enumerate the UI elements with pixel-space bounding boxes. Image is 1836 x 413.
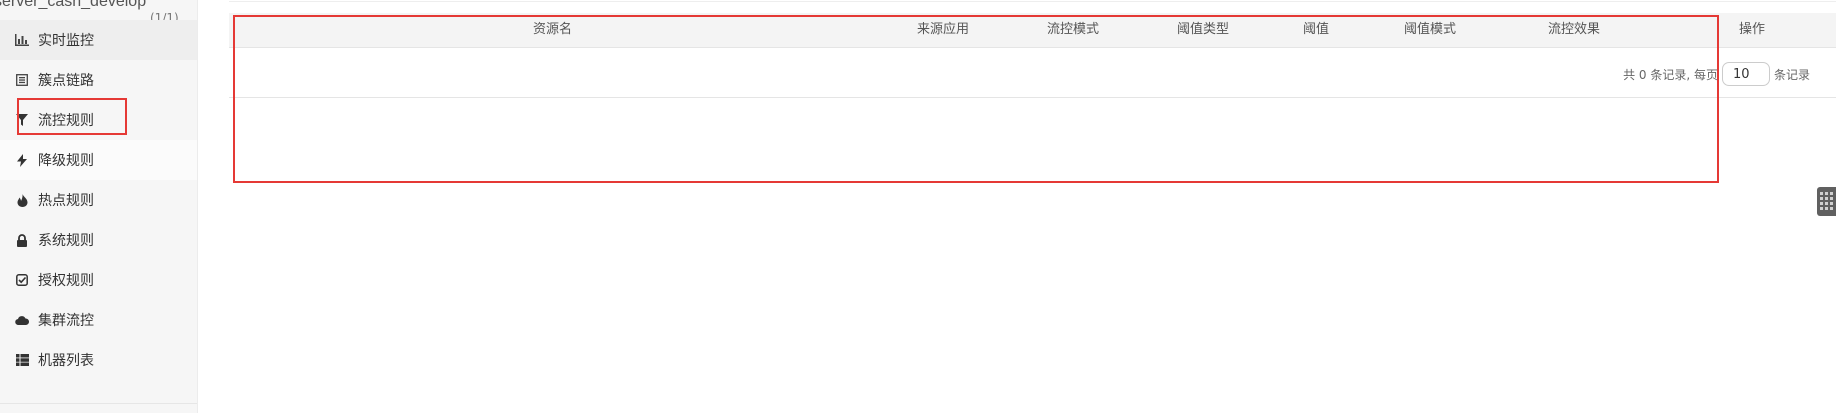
sidebar-item-cluster-flow[interactable]: 集群流控 <box>0 300 197 340</box>
column-header-threshold-type: 阈值类型 <box>1177 22 1230 37</box>
column-header-flow-mode: 流控模式 <box>1047 22 1100 37</box>
top-divider <box>229 1 1836 2</box>
sidebar-item-label: 流控规则 <box>38 113 94 129</box>
pagination-total-text: 共 0 条记录, 每页 <box>1623 67 1718 82</box>
pagination-suffix-text: 条记录 <box>1773 67 1810 82</box>
column-header-resource-name: 资源名 <box>533 22 573 37</box>
sidebar-item-realtime-monitor[interactable]: 实时监控 <box>0 20 197 60</box>
sidebar: server_cash_develop (1/1) 实时监控 簇点链路 流控规则… <box>0 0 198 413</box>
sidebar-item-label: 集群流控 <box>38 313 94 329</box>
column-header-source-app: 来源应用 <box>917 22 970 37</box>
sidebar-divider <box>0 403 197 404</box>
column-header-flow-effect: 流控效果 <box>1548 22 1601 37</box>
app-name[interactable]: server_cash_develop <box>0 0 146 11</box>
sidebar-item-label: 热点规则 <box>38 193 94 209</box>
main-content: 资源名 来源应用 流控模式 阈值类型 阈值 阈值模式 流控效果 操作 共 0 条… <box>229 0 1836 413</box>
table-bottom-divider <box>229 97 1836 98</box>
column-header-threshold-mode: 阈值模式 <box>1404 22 1457 37</box>
th-list-icon <box>14 352 30 368</box>
sidebar-item-label: 授权规则 <box>38 273 94 289</box>
cloud-icon <box>14 312 30 328</box>
grid-handle-icon[interactable] <box>1817 187 1836 216</box>
page-size-input[interactable] <box>1721 62 1770 86</box>
bar-chart-icon <box>14 32 30 48</box>
sidebar-item-label: 实时监控 <box>38 33 94 49</box>
list-icon <box>14 72 30 88</box>
filter-icon <box>14 112 30 128</box>
column-header-threshold: 阈值 <box>1303 22 1330 37</box>
sidebar-item-auth-rules[interactable]: 授权规则 <box>0 260 197 300</box>
bolt-icon <box>14 152 30 168</box>
sidebar-item-hotspot-rules[interactable]: 热点规则 <box>0 180 197 220</box>
pagination: 共 0 条记录, 每页 条记录 <box>1623 62 1810 86</box>
check-square-icon <box>14 272 30 288</box>
sidebar-item-label: 机器列表 <box>38 353 94 369</box>
fire-icon <box>14 192 30 208</box>
sidebar-item-cluster-link[interactable]: 簇点链路 <box>0 60 197 100</box>
sidebar-menu: 实时监控 簇点链路 流控规则 降级规则 热点规则 系统规则 授权规则 集群流控 … <box>0 20 197 404</box>
sidebar-item-machine-list[interactable]: 机器列表 <box>0 340 197 380</box>
sidebar-item-degrade-rules[interactable]: 降级规则 <box>0 140 197 180</box>
sidebar-item-label: 簇点链路 <box>38 73 94 89</box>
table-body-divider <box>229 47 1836 48</box>
sidebar-item-label: 降级规则 <box>38 153 94 169</box>
sidebar-item-system-rules[interactable]: 系统规则 <box>0 220 197 260</box>
column-header-actions: 操作 <box>1739 22 1766 37</box>
sidebar-item-label: 系统规则 <box>38 233 94 249</box>
rules-table-header: 资源名 来源应用 流控模式 阈值类型 阈值 阈值模式 流控效果 操作 <box>229 13 1836 47</box>
sidebar-item-flow-rules[interactable]: 流控规则 <box>0 100 197 140</box>
lock-icon <box>14 232 30 248</box>
